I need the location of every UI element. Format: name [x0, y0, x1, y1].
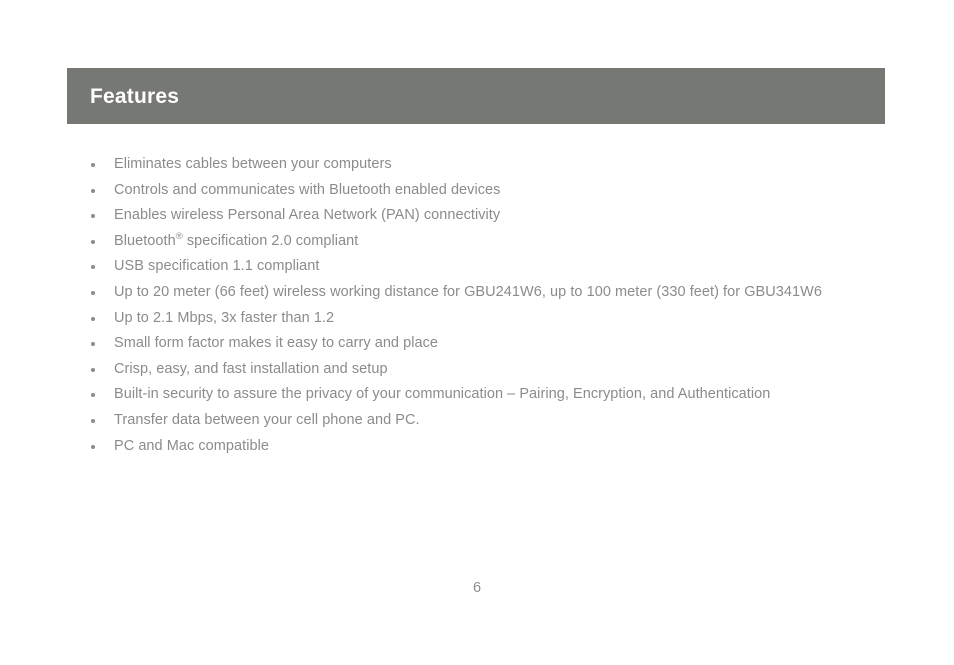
bullet-icon: [91, 188, 95, 193]
feature-list-item: Up to 2.1 Mbps, 3x faster than 1.2: [67, 306, 885, 332]
bullet-icon: [91, 342, 95, 347]
feature-text: Bluetooth® specification 2.0 compliant: [114, 230, 359, 249]
features-list: Eliminates cables between your computers…: [67, 152, 885, 459]
feature-text: Up to 2.1 Mbps, 3x faster than 1.2: [114, 309, 335, 326]
feature-list-item: Controls and communicates with Bluetooth…: [67, 178, 885, 204]
bullet-icon: [91, 418, 95, 423]
bullet-icon: [91, 393, 95, 398]
feature-text: Crisp, easy, and fast installation and s…: [114, 360, 388, 377]
bullet-icon: [91, 265, 95, 270]
feature-list-item: Small form factor makes it easy to carry…: [67, 331, 885, 357]
feature-list-item: Eliminates cables between your computers: [67, 152, 885, 178]
feature-text: Eliminates cables between your computers: [114, 156, 392, 172]
feature-list-item: Transfer data between your cell phone an…: [67, 408, 885, 434]
bullet-icon: [91, 214, 95, 219]
feature-list-item: Enables wireless Personal Area Network (…: [67, 203, 885, 229]
bullet-icon: [91, 444, 95, 449]
feature-text: Transfer data between your cell phone an…: [114, 411, 420, 428]
bullet-icon: [91, 163, 95, 167]
feature-text: USB specification 1.1 compliant: [114, 258, 320, 275]
feature-list-item: Up to 20 meter (66 feet) wireless workin…: [67, 280, 885, 306]
bullet-icon: [91, 290, 95, 295]
document-page: Features Eliminates cables between your …: [0, 0, 954, 665]
feature-text: Up to 20 meter (66 feet) wireless workin…: [114, 283, 822, 300]
page-number: 6: [472, 580, 482, 596]
feature-list-item: Bluetooth® specification 2.0 compliant: [67, 229, 885, 255]
bullet-icon: [91, 239, 95, 244]
feature-list-item: Built-in security to assure the privacy …: [67, 382, 885, 408]
registered-trademark-mark: ®: [175, 230, 183, 242]
page-title: Features: [90, 84, 180, 108]
feature-list-item: USB specification 1.1 compliant: [67, 254, 885, 280]
bullet-icon: [91, 367, 95, 372]
feature-text: Controls and communicates with Bluetooth…: [114, 181, 501, 198]
feature-list-item: PC and Mac compatible: [67, 434, 885, 460]
feature-text: Built-in security to assure the privacy …: [114, 386, 771, 403]
feature-text: Enables wireless Personal Area Network (…: [114, 207, 501, 224]
bullet-icon: [91, 316, 95, 321]
feature-list-item: Crisp, easy, and fast installation and s…: [67, 357, 885, 383]
feature-text: Small form factor makes it easy to carry…: [114, 335, 439, 352]
feature-text: PC and Mac compatible: [114, 437, 269, 454]
section-header-bar: Features: [67, 68, 885, 124]
